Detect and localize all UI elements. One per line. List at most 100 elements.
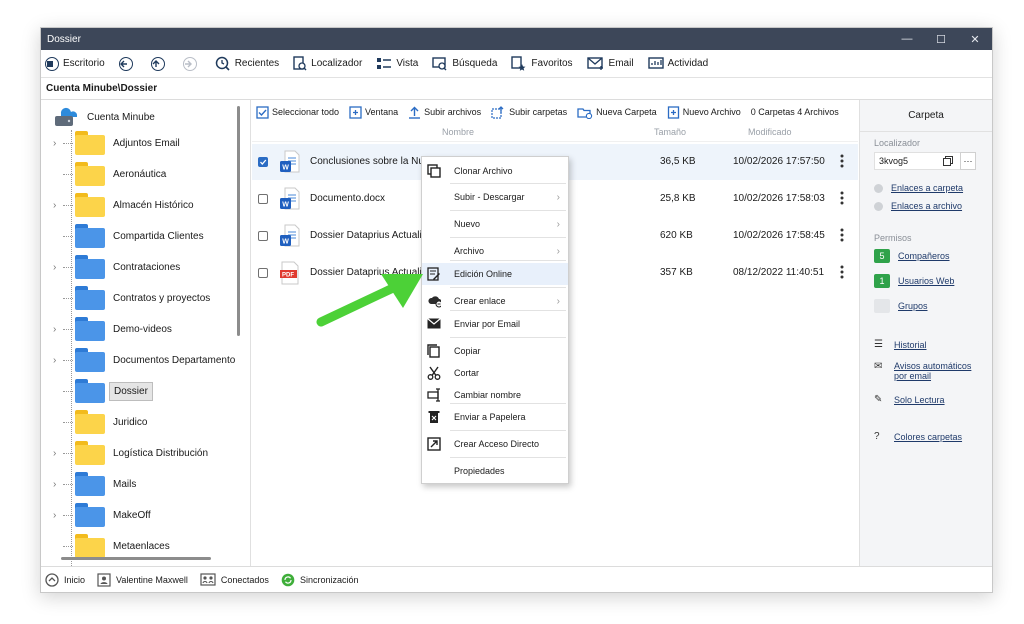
user-button[interactable]: Valentine Maxwell	[97, 572, 188, 587]
maximize-button[interactable]: ☐	[924, 28, 958, 50]
row-checkbox[interactable]	[258, 231, 268, 241]
tree-item[interactable]: › Documentos Departamento	[53, 345, 239, 375]
menu-item[interactable]: Crear enlace ›	[422, 290, 568, 312]
tree-vertical-scrollbar[interactable]	[237, 106, 240, 336]
tree-item[interactable]: Contratos y proyectos	[53, 283, 214, 313]
clone-icon	[427, 164, 441, 178]
menu-item[interactable]: Archivo ›	[422, 240, 568, 262]
read-only-link[interactable]: ✎ Solo Lectura	[874, 394, 945, 405]
more-options-icon[interactable]	[840, 191, 844, 205]
home-button[interactable]: Inicio	[45, 572, 85, 587]
tree-item[interactable]: Dossier	[53, 376, 153, 406]
expand-chevron-icon[interactable]: ›	[53, 355, 63, 366]
tree-item[interactable]: › Adjuntos Email	[53, 128, 184, 158]
column-modified[interactable]: Modificado	[748, 127, 792, 137]
tree-item[interactable]: › MakeOff	[53, 500, 155, 530]
menu-item[interactable]: Enviar a Papelera	[422, 406, 568, 428]
menu-item[interactable]: Copiar	[422, 340, 568, 362]
tree-item[interactable]: › Contrataciones	[53, 252, 184, 282]
colleagues-link[interactable]: 5 Compañeros	[874, 249, 950, 263]
menu-item-label: Crear Acceso Directo	[454, 439, 540, 449]
read-only-label: Solo Lectura	[894, 394, 945, 405]
view-button[interactable]: Vista	[376, 57, 418, 71]
search-button[interactable]: Búsqueda	[432, 56, 497, 72]
folder-colors-link[interactable]: ? Colores carpetas	[874, 431, 962, 442]
forward-button[interactable]	[182, 56, 201, 71]
history-link[interactable]: ☰ Historial	[874, 339, 927, 350]
tree-item-label: Almacén Histórico	[113, 199, 194, 211]
web-users-link[interactable]: 1 Usuarios Web	[874, 274, 954, 288]
tree-item-label: Mails	[113, 478, 137, 490]
close-button[interactable]: ✕	[958, 28, 992, 50]
minimize-button[interactable]: —	[890, 28, 924, 50]
row-checkbox[interactable]	[258, 194, 268, 204]
select-all-button[interactable]: Seleccionar todo	[256, 105, 339, 119]
tree-item[interactable]: Aeronáutica	[53, 159, 170, 189]
expand-chevron-icon[interactable]: ›	[53, 324, 63, 335]
file-links[interactable]: Enlaces a archivo	[874, 201, 962, 211]
expand-chevron-icon[interactable]: ›	[53, 448, 63, 459]
row-checkbox[interactable]	[258, 157, 268, 167]
more-options-icon[interactable]	[840, 228, 844, 242]
column-name[interactable]: Nombre	[442, 127, 474, 137]
submenu-chevron-icon: ›	[556, 295, 560, 307]
tree-item[interactable]: › Almacén Histórico	[53, 190, 198, 220]
connected-button[interactable]: Conectados	[200, 572, 269, 587]
connected-label: Conectados	[220, 574, 269, 585]
expand-chevron-icon[interactable]: ›	[53, 262, 63, 273]
folder-links[interactable]: Enlaces a carpeta	[874, 183, 963, 193]
tree-root[interactable]: Cuenta Minube	[53, 106, 155, 128]
locator-button[interactable]: Localizador	[293, 55, 362, 72]
menu-separator	[450, 210, 566, 211]
menu-item[interactable]: Clonar Archivo	[422, 160, 568, 182]
sync-button[interactable]: Sincronización	[281, 573, 358, 587]
menu-item[interactable]: Cortar	[422, 362, 568, 384]
expand-chevron-icon[interactable]: ›	[53, 200, 63, 211]
auto-alerts-link[interactable]: ✉ Avisos automáticos por email	[874, 361, 971, 381]
window-button[interactable]: Ventana	[349, 105, 398, 119]
email-button[interactable]: Email	[586, 56, 634, 71]
tree-item[interactable]: › Demo-videos	[53, 314, 176, 344]
upload-files-button[interactable]: Subir archivos	[408, 106, 481, 119]
up-button[interactable]	[150, 56, 169, 71]
menu-item[interactable]: Subir - Descargar ›	[422, 186, 568, 208]
favorites-button[interactable]: Favoritos	[511, 55, 573, 72]
more-options-icon[interactable]	[840, 265, 844, 279]
folder-icon	[75, 317, 105, 341]
column-size[interactable]: Tamaño	[654, 127, 686, 137]
copy-locator-button[interactable]	[940, 152, 956, 170]
groups-link[interactable]: Grupos	[874, 299, 928, 313]
tree-item[interactable]: Compartida Clientes	[53, 221, 208, 251]
checkbox-icon	[256, 105, 269, 119]
svg-text:PDF: PDF	[282, 273, 294, 279]
new-folder-button[interactable]: Nueva Carpeta	[577, 106, 657, 119]
menu-item[interactable]: Propiedades	[422, 460, 568, 482]
view-label: Vista	[396, 58, 419, 69]
tree-item[interactable]: › Logística Distribución	[53, 438, 212, 468]
folder-icon	[75, 410, 105, 434]
activity-button[interactable]: Actividad	[647, 56, 708, 71]
tree-item[interactable]: › Mails	[53, 469, 140, 499]
expand-chevron-icon[interactable]: ›	[53, 138, 63, 149]
back-button[interactable]	[118, 56, 137, 71]
tree-connector	[63, 390, 73, 392]
tree-item[interactable]: Juridico	[53, 407, 151, 437]
expand-chevron-icon[interactable]: ›	[53, 510, 63, 521]
row-checkbox[interactable]	[258, 268, 268, 278]
menu-item[interactable]: Edición Online	[422, 263, 568, 285]
desktop-button[interactable]: Escritorio	[45, 56, 105, 71]
menu-item[interactable]: Crear Acceso Directo	[422, 433, 568, 455]
file-size: 620 KB	[660, 230, 693, 241]
recent-button[interactable]: Recientes	[215, 56, 279, 72]
expand-chevron-icon[interactable]: ›	[53, 479, 63, 490]
locator-more-button[interactable]: ···	[960, 152, 976, 170]
menu-item[interactable]: Cambiar nombre	[422, 384, 568, 406]
menu-item[interactable]: Enviar por Email	[422, 313, 568, 335]
permissions-caption: Permisos	[874, 233, 912, 243]
more-options-icon[interactable]	[840, 154, 844, 168]
menu-item[interactable]: Nuevo ›	[422, 213, 568, 235]
tree-horizontal-scrollbar[interactable]	[61, 557, 211, 560]
new-file-button[interactable]: Nuevo Archivo	[667, 105, 741, 119]
groups-badge	[874, 299, 890, 313]
upload-folders-button[interactable]: Subir carpetas	[491, 105, 567, 119]
